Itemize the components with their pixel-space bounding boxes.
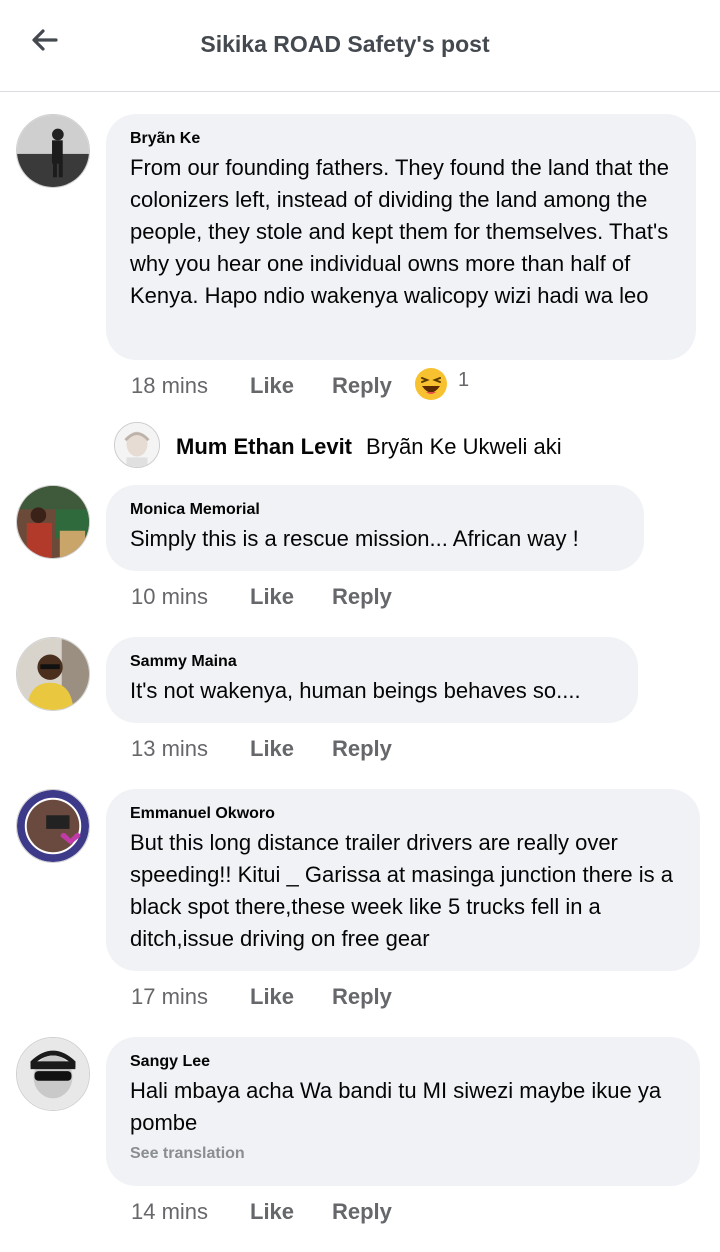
like-button[interactable]: Like — [250, 984, 332, 1010]
reaction-summary[interactable]: 1 — [414, 367, 469, 401]
comment-text: But this long distance trailer drivers a… — [130, 830, 673, 951]
comment-author[interactable]: Bryãn Ke — [130, 130, 672, 148]
comment-time[interactable]: 13 mins — [131, 736, 250, 762]
like-button[interactable]: Like — [250, 584, 332, 610]
avatar[interactable] — [16, 485, 90, 559]
reply-button[interactable]: Reply — [332, 373, 392, 399]
comment-text: It's not wakenya, human beings behaves s… — [130, 678, 581, 703]
see-translation-link[interactable]: See translation — [130, 1145, 676, 1163]
comment-actions: 10 mins Like Reply — [131, 584, 392, 610]
comment-bubble: Bryãn Ke From our founding fathers. They… — [106, 114, 696, 360]
avatar[interactable] — [16, 637, 90, 711]
comment-author[interactable]: Sangy Lee — [130, 1053, 676, 1071]
page-title: Sikika ROAD Safety's post — [200, 31, 490, 57]
comment-time[interactable]: 18 mins — [131, 373, 250, 399]
comment-bubble: Emmanuel Okworo But this long distance t… — [106, 789, 700, 971]
comment-author[interactable]: Emmanuel Okworo — [130, 805, 676, 823]
reply-button[interactable]: Reply — [332, 736, 392, 762]
comment-author[interactable]: Sammy Maina — [130, 653, 614, 671]
like-button[interactable]: Like — [250, 1199, 332, 1225]
comment-author[interactable]: Monica Memorial — [130, 501, 620, 519]
reply-button[interactable]: Reply — [332, 1199, 392, 1225]
avatar[interactable] — [16, 789, 90, 863]
reply-button[interactable]: Reply — [332, 584, 392, 610]
comment-time[interactable]: 17 mins — [131, 984, 250, 1010]
reply-avatar[interactable] — [114, 422, 160, 468]
comment-actions: 13 mins Like Reply — [131, 736, 392, 762]
comment-text: Simply this is a rescue mission... Afric… — [130, 526, 579, 551]
reply-comment: Mum Ethan Levit Bryãn Ke Ukweli aki — [176, 434, 562, 460]
comment-text: From our founding fathers. They found th… — [130, 155, 669, 308]
like-button[interactable]: Like — [250, 373, 332, 399]
comment-time[interactable]: 14 mins — [131, 1199, 250, 1225]
comment-bubble: Sammy Maina It's not wakenya, human bein… — [106, 637, 638, 723]
avatar[interactable] — [16, 1037, 90, 1111]
like-button[interactable]: Like — [250, 736, 332, 762]
reaction-count: 1 — [458, 368, 470, 391]
top-bar: Sikika ROAD Safety's post — [0, 0, 720, 92]
reply-text: Bryãn Ke Ukweli aki — [366, 434, 562, 459]
comment-time[interactable]: 10 mins — [131, 584, 250, 610]
comment-bubble: Sangy Lee Hali mbaya acha Wa bandi tu MI… — [106, 1037, 700, 1186]
reply-button[interactable]: Reply — [332, 984, 392, 1010]
comment-bubble: Monica Memorial Simply this is a rescue … — [106, 485, 644, 571]
comment-actions: 14 mins Like Reply — [131, 1199, 392, 1225]
comment-actions: 17 mins Like Reply — [131, 984, 392, 1010]
comment-actions: 18 mins Like Reply — [131, 373, 392, 399]
reply-author[interactable]: Mum Ethan Levit — [176, 434, 352, 460]
avatar[interactable] — [16, 114, 90, 188]
haha-emoji-icon — [415, 368, 447, 400]
comment-text: Hali mbaya acha Wa bandi tu MI siwezi ma… — [130, 1078, 662, 1135]
